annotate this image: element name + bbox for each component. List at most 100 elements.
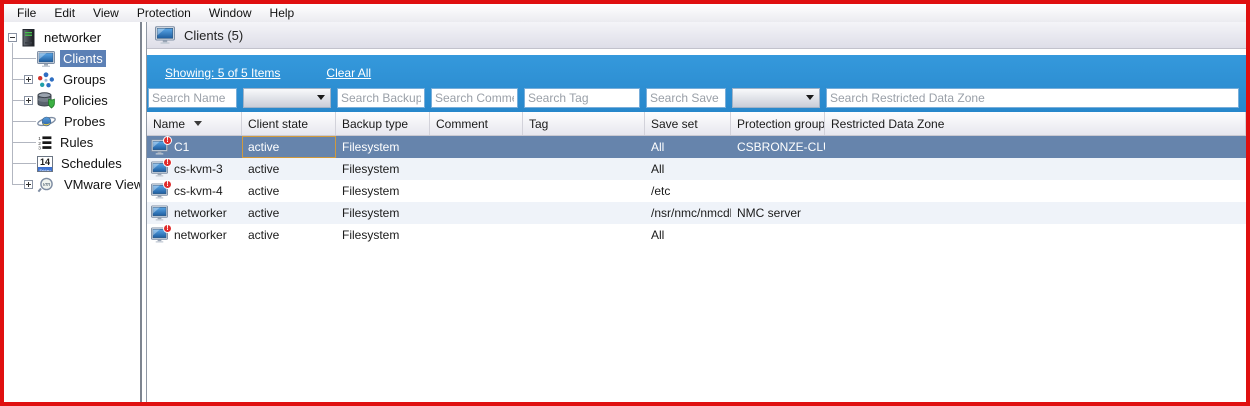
table-row[interactable]: networker active Filesystem /nsr/nmc/nmc…	[147, 202, 1246, 224]
chevron-down-icon	[806, 95, 814, 100]
sidebar-item-vmware-view[interactable]: vm VMware View	[4, 174, 140, 195]
column-header-comment[interactable]: Comment	[430, 112, 523, 135]
search-backup-type-input[interactable]	[337, 88, 425, 108]
cell-restricted-data-zone	[825, 136, 1246, 158]
cell-save-set: /nsr/nmc/nmcdb_...	[645, 202, 731, 224]
cell-tag	[523, 180, 645, 202]
cell-backup-type: Filesystem	[336, 224, 430, 246]
client-monitor-icon: !	[151, 161, 168, 177]
clear-all-link[interactable]: Clear All	[326, 66, 371, 80]
alert-icon: !	[163, 158, 172, 167]
tree-item-networker[interactable]: networker	[4, 27, 140, 48]
showing-items-link[interactable]: Showing: 5 of 5 Items	[165, 66, 280, 80]
menu-help[interactable]: Help	[261, 5, 304, 21]
search-comment-input[interactable]	[431, 88, 518, 108]
tree-label-groups: Groups	[60, 71, 109, 88]
sidebar-item-schedules[interactable]: 14 Friday Schedules	[4, 153, 140, 174]
cell-name: ! cs-kvm-3	[147, 158, 242, 180]
expand-expander-icon[interactable]	[24, 180, 33, 189]
svg-text:3: 3	[38, 146, 41, 150]
cell-restricted-data-zone	[825, 224, 1246, 246]
page-title: Clients (5)	[184, 28, 243, 43]
column-header-name[interactable]: Name	[147, 112, 242, 135]
column-header-tag[interactable]: Tag	[523, 112, 645, 135]
client-monitor-icon: !	[151, 227, 168, 243]
cell-name: ! networker	[147, 224, 242, 246]
tree-label-networker: networker	[41, 29, 104, 46]
expand-expander-icon[interactable]	[24, 96, 33, 105]
protection-group-filter-dropdown[interactable]	[732, 88, 820, 108]
cell-tag	[523, 224, 645, 246]
table-row[interactable]: ! C1 active Filesystem All CSBRONZE-CLUS…	[147, 136, 1246, 158]
cell-comment	[430, 136, 523, 158]
column-header-save-set[interactable]: Save set	[645, 112, 731, 135]
clients-monitor-icon	[155, 26, 175, 44]
search-tag-input[interactable]	[524, 88, 640, 108]
cell-backup-type: Filesystem	[336, 180, 430, 202]
tree-label-schedules: Schedules	[58, 155, 125, 172]
cell-client-state: active	[242, 136, 336, 158]
table-header-row: Name Client state Backup type Comment Ta…	[147, 112, 1246, 136]
search-name-input[interactable]	[148, 88, 237, 108]
cell-comment	[430, 224, 523, 246]
cell-restricted-data-zone	[825, 202, 1246, 224]
cell-protection-group-list	[731, 224, 825, 246]
menu-file[interactable]: File	[8, 5, 45, 21]
clients-panel: Clients (5) Showing: 5 of 5 Items Clear …	[146, 22, 1246, 402]
tree-label-probes: Probes	[61, 113, 108, 130]
column-header-client-state[interactable]: Client state	[242, 112, 336, 135]
cell-tag	[523, 158, 645, 180]
groups-icon	[37, 72, 55, 88]
column-header-restricted-data-zone[interactable]: Restricted Data Zone	[825, 112, 1246, 135]
main-area: Clients (5) Showing: 5 of 5 Items Clear …	[142, 22, 1246, 402]
server-tree: networker Clients	[4, 27, 140, 195]
cell-client-state: active	[242, 202, 336, 224]
menu-edit[interactable]: Edit	[45, 5, 84, 21]
probes-icon	[37, 114, 56, 129]
filter-links-row: Showing: 5 of 5 Items Clear All	[147, 60, 1246, 85]
cell-client-state: active	[242, 180, 336, 202]
column-header-protection-group-list[interactable]: Protection group list	[731, 112, 825, 135]
networker-admin-window: File Edit View Protection Window Help	[0, 0, 1250, 406]
table-row[interactable]: ! cs-kvm-3 active Filesystem All	[147, 158, 1246, 180]
cell-backup-type: Filesystem	[336, 202, 430, 224]
menu-view[interactable]: View	[84, 5, 128, 21]
cell-restricted-data-zone	[825, 158, 1246, 180]
client-monitor-icon	[151, 205, 168, 221]
sidebar-item-probes[interactable]: Probes	[4, 111, 140, 132]
svg-text:vm: vm	[43, 182, 51, 188]
table-row[interactable]: ! cs-kvm-4 active Filesystem /etc	[147, 180, 1246, 202]
sidebar-item-rules[interactable]: 1 2 3 Rules	[4, 132, 140, 153]
cell-comment	[430, 180, 523, 202]
chevron-down-icon	[317, 95, 325, 100]
cell-client-state: active	[242, 158, 336, 180]
menu-bar: File Edit View Protection Window Help	[4, 4, 1246, 22]
client-state-filter-dropdown[interactable]	[243, 88, 331, 108]
tree-label-policies: Policies	[60, 92, 111, 109]
rules-icon: 1 2 3	[37, 135, 52, 150]
search-restricted-data-zone-input[interactable]	[826, 88, 1239, 108]
navigation-sidebar: networker Clients	[4, 22, 142, 402]
cell-comment	[430, 202, 523, 224]
collapse-expander-icon[interactable]	[8, 33, 17, 42]
content-area: networker Clients	[4, 22, 1246, 402]
table-row[interactable]: ! networker active Filesystem All	[147, 224, 1246, 246]
menu-window[interactable]: Window	[200, 5, 261, 21]
tree-label-clients: Clients	[60, 50, 106, 67]
expand-expander-icon[interactable]	[24, 75, 33, 84]
column-header-backup-type[interactable]: Backup type	[336, 112, 430, 135]
sidebar-item-clients[interactable]: Clients	[4, 48, 140, 69]
sidebar-item-policies[interactable]: Policies	[4, 90, 140, 111]
alert-icon: !	[163, 180, 172, 189]
cell-client-state: active	[242, 224, 336, 246]
vmware-magnifier-icon: vm	[37, 177, 56, 193]
clients-monitor-icon	[37, 51, 55, 67]
sidebar-item-groups[interactable]: Groups	[4, 69, 140, 90]
panel-header: Clients (5)	[147, 22, 1246, 49]
alert-icon: !	[163, 224, 172, 233]
cell-save-set: All	[645, 158, 731, 180]
cell-tag	[523, 202, 645, 224]
policies-icon	[37, 92, 55, 109]
search-save-set-input[interactable]	[646, 88, 726, 108]
menu-protection[interactable]: Protection	[128, 5, 200, 21]
